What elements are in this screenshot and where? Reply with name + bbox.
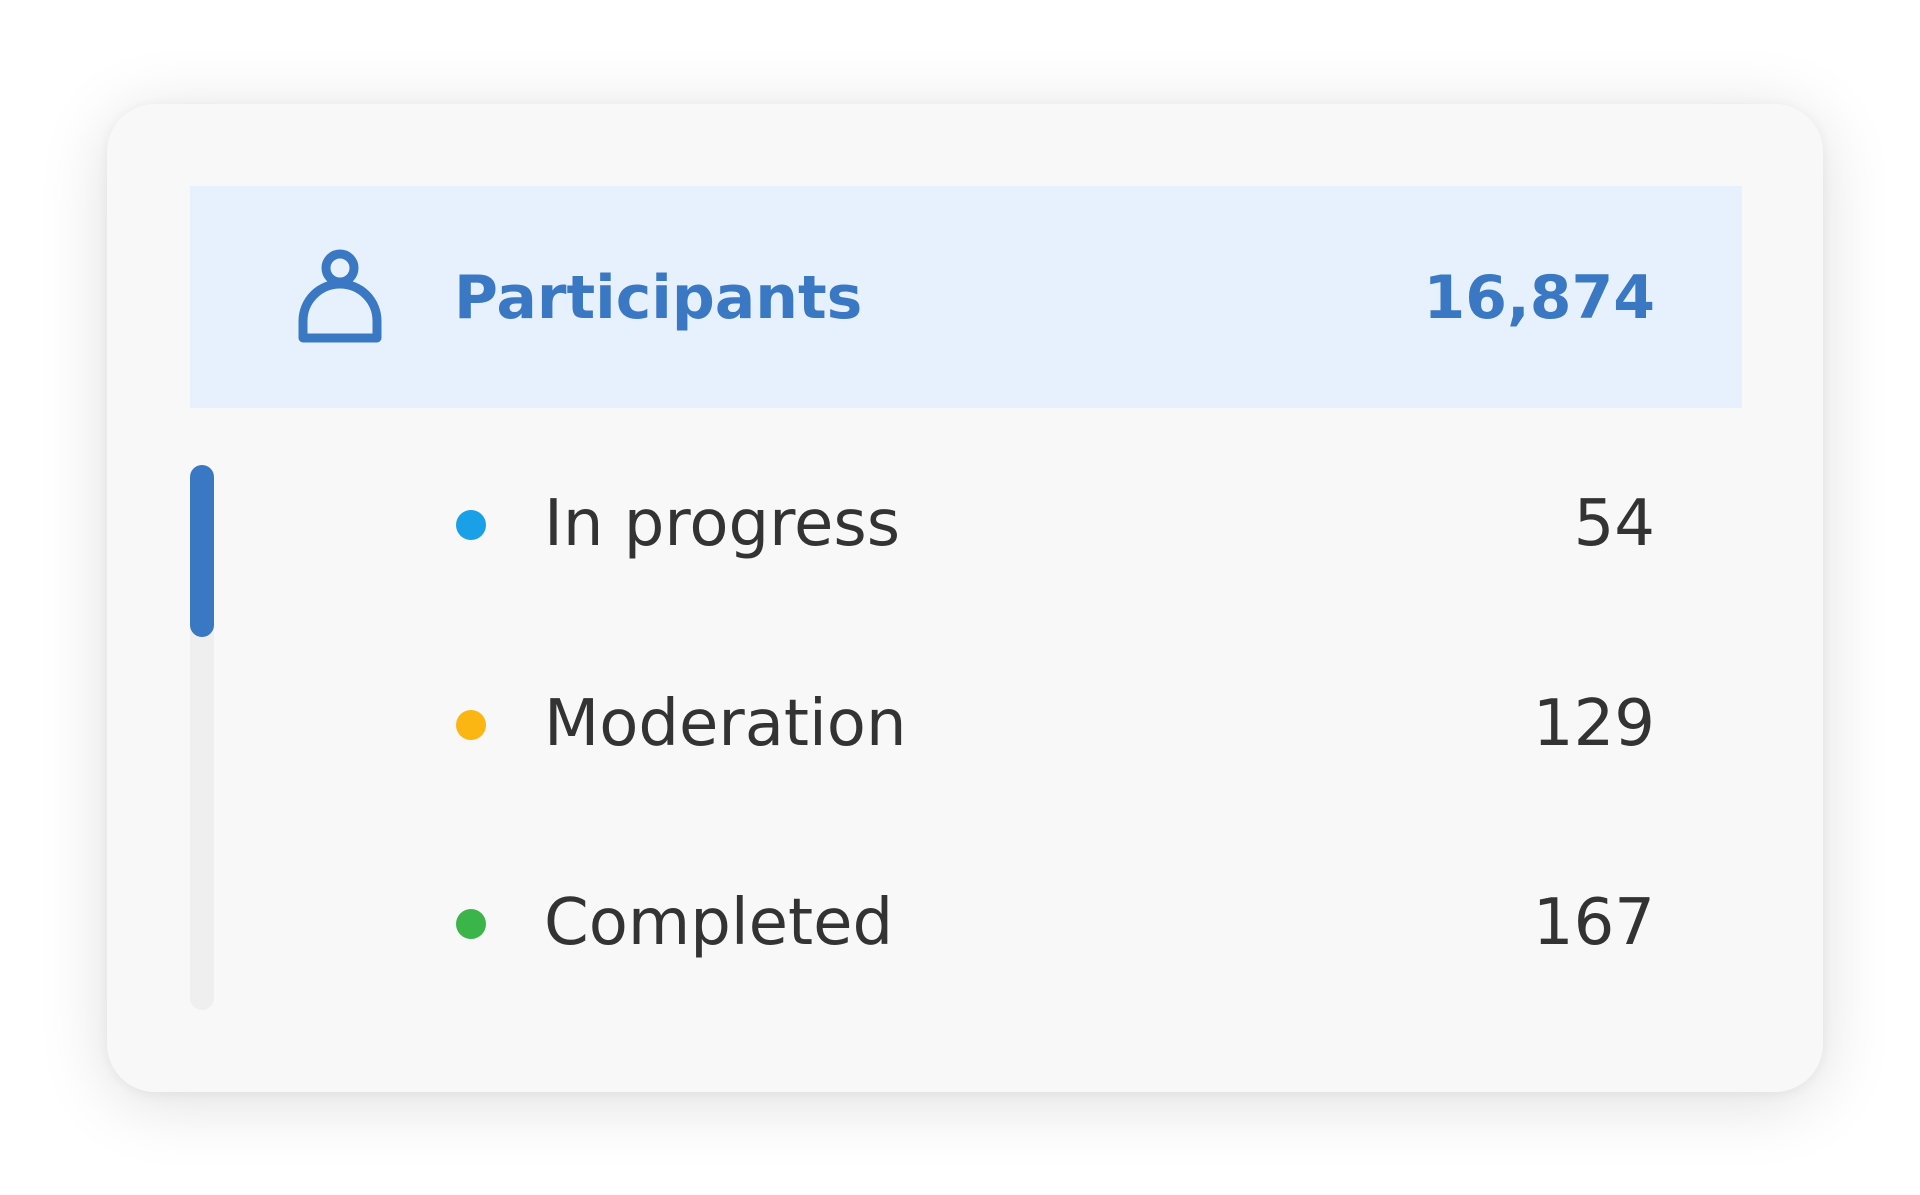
status-row-completed[interactable]: Completed 167 (450, 877, 1655, 967)
scrollbar-thumb[interactable] (190, 465, 214, 637)
status-label: In progress (544, 487, 901, 561)
status-row-in-progress[interactable]: In progress 54 (450, 478, 1655, 568)
participants-label: Participants (454, 263, 863, 333)
status-count: 167 (1532, 886, 1655, 960)
in-progress-status-dot-icon (456, 510, 486, 540)
status-label: Completed (544, 886, 894, 960)
completed-status-dot-icon (456, 909, 486, 939)
moderation-status-dot-icon (456, 710, 486, 740)
status-row-moderation[interactable]: Moderation 129 (450, 678, 1655, 768)
user-icon (298, 249, 382, 343)
status-count: 129 (1532, 687, 1655, 761)
participants-count: 16,874 (1423, 263, 1655, 333)
status-count: 54 (1573, 487, 1655, 561)
status-label: Moderation (544, 687, 907, 761)
